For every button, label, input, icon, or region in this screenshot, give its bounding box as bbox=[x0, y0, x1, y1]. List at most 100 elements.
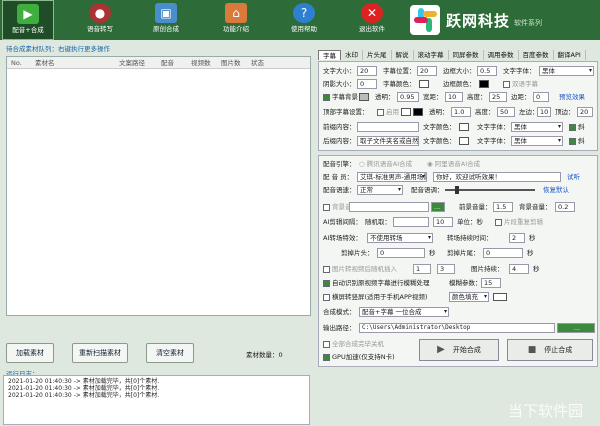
font-size-input[interactable]: 20 bbox=[357, 66, 377, 76]
blur-param-input[interactable]: 15 bbox=[481, 278, 501, 288]
bgm-path-input[interactable] bbox=[349, 202, 429, 212]
clear-material-button[interactable]: 清空素材 bbox=[146, 343, 194, 363]
toolbar-help[interactable]: ? 使用帮助 bbox=[278, 0, 330, 40]
material-table[interactable]: No. 素材名 文案路径 配音 视频数 图片数 状态 bbox=[6, 56, 311, 316]
top-color-swatch-1[interactable] bbox=[401, 108, 411, 116]
prefix-color-swatch[interactable] bbox=[459, 123, 469, 131]
output-browse-button[interactable]: ... bbox=[557, 323, 595, 333]
fill-mode-select[interactable]: 颜色填充 bbox=[449, 292, 489, 302]
site-watermark: 当下软件园 bbox=[508, 402, 584, 420]
width-input[interactable]: 10 bbox=[445, 92, 463, 102]
brand-logo: 跃网科技 软件系列 bbox=[410, 4, 595, 36]
clapperboard-icon: ▶ bbox=[17, 4, 39, 24]
bgm-browse-button[interactable]: ... bbox=[431, 202, 445, 212]
table-header: No. 素材名 文案路径 配音 视频数 图片数 状态 bbox=[7, 57, 310, 69]
bg-volume-input[interactable]: 0.2 bbox=[555, 202, 575, 212]
output-path-input[interactable]: C:\Users\Administrator\Desktop bbox=[359, 323, 555, 333]
image-insert-checkbox[interactable] bbox=[323, 266, 330, 273]
top-toolbar: ▶ 配音+合成 ● 语音转写 ▣ 原创合成 ⌂ 功能介绍 ? 使用帮助 ✕ 退出软件 跃网科… bbox=[0, 0, 600, 40]
random-min-input[interactable] bbox=[393, 217, 429, 227]
rescan-button[interactable]: 重新扫描素材 bbox=[72, 343, 128, 363]
log-line: 2021-01-20 01:40:30 -> 素材加载完毕，共[0]个素材. bbox=[8, 385, 160, 392]
tab-narration[interactable]: 解说 bbox=[392, 50, 414, 60]
toolbar-transcribe[interactable]: ● 语音转写 bbox=[74, 0, 126, 40]
tab-translate-api[interactable]: 翻译API bbox=[554, 50, 586, 60]
toolbar-dub-compose[interactable]: ▶ 配音+合成 bbox=[2, 0, 54, 40]
top-subtitle-enable-checkbox[interactable] bbox=[377, 109, 384, 116]
voice-panel: 配音引擎： ○ 腾讯语音AI合成 ◉ 阿里语音AI合成 配 音 员： 艾琪-标准… bbox=[318, 155, 598, 367]
landscape-to-portrait-checkbox[interactable] bbox=[323, 294, 330, 301]
tab-screen-params[interactable]: 同屏参数 bbox=[449, 50, 484, 60]
top-alpha-input[interactable]: 1.0 bbox=[451, 107, 471, 117]
log-line: 2021-01-20 01:40:30 -> 素材加载完毕，共[0]个素材. bbox=[8, 392, 160, 399]
pitch-slider-thumb[interactable] bbox=[455, 186, 459, 194]
subtitle-pos-input[interactable]: 20 bbox=[417, 66, 437, 76]
fg-volume-input[interactable]: 1.5 bbox=[493, 202, 513, 212]
listen-link[interactable]: 试听 bbox=[567, 172, 580, 182]
alpha-input[interactable]: 0.95 bbox=[397, 92, 419, 102]
tab-intro-outro[interactable]: 片头尾 bbox=[363, 50, 392, 60]
prefix-italic-checkbox[interactable] bbox=[569, 124, 576, 131]
top-height-input[interactable]: 50 bbox=[497, 107, 515, 117]
help-icon: ? bbox=[293, 3, 315, 23]
border-color-swatch[interactable] bbox=[479, 80, 489, 88]
speed-select[interactable]: 正常 bbox=[357, 185, 403, 195]
top-edge-input[interactable]: 20 bbox=[577, 107, 593, 117]
log-box[interactable]: 2021-01-20 01:40:30 -> 素材加载完毕，共[0]个素材. 2… bbox=[3, 375, 310, 425]
bgm-checkbox[interactable] bbox=[323, 204, 330, 211]
tab-subtitle[interactable]: 字幕 bbox=[318, 50, 341, 60]
top-color-swatch-2[interactable] bbox=[413, 108, 423, 116]
auto-blur-checkbox[interactable] bbox=[323, 280, 330, 287]
reset-default-link[interactable]: 恢复默认 bbox=[543, 185, 569, 195]
top-left-input[interactable]: 10 bbox=[537, 107, 551, 117]
close-icon: ✕ bbox=[361, 3, 383, 23]
suffix-input[interactable]: 取子文件夹名或自然 bbox=[357, 136, 419, 146]
height-input[interactable]: 25 bbox=[489, 92, 507, 102]
voice-actor-select[interactable]: 艾琪-标准男声-通用场景 bbox=[357, 172, 427, 182]
film-reel-icon: ● bbox=[89, 3, 111, 23]
subtitle-color-swatch[interactable] bbox=[419, 80, 429, 88]
toolbar-exit[interactable]: ✕ 退出软件 bbox=[346, 0, 398, 40]
engine-option-ali[interactable]: ◉ 阿里语音AI合成 bbox=[427, 159, 480, 169]
compose-mode-select[interactable]: 配音+字幕 一位合成 bbox=[359, 307, 449, 317]
engine-option-tencent[interactable]: ○ 腾讯语音AI合成 bbox=[359, 159, 412, 169]
image-duration-input[interactable]: 4 bbox=[509, 264, 529, 274]
gpu-checkbox[interactable] bbox=[323, 354, 330, 361]
fill-color-swatch[interactable] bbox=[493, 293, 507, 301]
tab-watermark[interactable]: 水印 bbox=[341, 50, 363, 60]
border-size-input[interactable]: 0.5 bbox=[477, 66, 497, 76]
preview-link[interactable]: 预览效果 bbox=[559, 92, 585, 102]
clip-interval-input[interactable]: 10 bbox=[433, 217, 453, 227]
toolbar-original[interactable]: ▣ 原创合成 bbox=[140, 0, 192, 40]
suffix-italic-checkbox[interactable] bbox=[569, 138, 576, 145]
font-select[interactable]: 黑体 bbox=[539, 66, 594, 76]
start-compose-button[interactable]: ▶ 开始合成 bbox=[419, 339, 499, 361]
stop-compose-button[interactable]: ■ 停止合成 bbox=[507, 339, 593, 361]
image-min-input[interactable]: 1 bbox=[413, 264, 431, 274]
prefix-input[interactable] bbox=[357, 122, 419, 132]
dual-subtitle-checkbox[interactable] bbox=[503, 81, 510, 88]
preview-text-input[interactable]: 你好，欢迎试听效果！ bbox=[433, 172, 561, 182]
subtitle-bg-checkbox[interactable] bbox=[323, 94, 330, 101]
load-material-button[interactable]: 加载素材 bbox=[6, 343, 54, 363]
stop-icon: ■ bbox=[527, 345, 537, 355]
cut-tail-input[interactable]: 0 bbox=[483, 248, 523, 258]
transition-duration-input[interactable]: 2 bbox=[509, 233, 525, 243]
tab-baidu-params[interactable]: 百度参数 bbox=[519, 50, 554, 60]
toolbar-features[interactable]: ⌂ 功能介绍 bbox=[210, 0, 262, 40]
cut-head-input[interactable]: 0 bbox=[377, 248, 425, 258]
shutdown-checkbox[interactable] bbox=[323, 341, 330, 348]
transition-select[interactable]: 不使用转场 bbox=[367, 233, 433, 243]
tab-scroll-subtitle[interactable]: 滚动字幕 bbox=[414, 50, 449, 60]
smart-clip-checkbox[interactable] bbox=[495, 219, 502, 226]
suffix-font-select[interactable]: 黑体 bbox=[511, 136, 563, 146]
image-max-input[interactable]: 3 bbox=[437, 264, 455, 274]
prefix-font-select[interactable]: 黑体 bbox=[511, 122, 563, 132]
suffix-color-swatch[interactable] bbox=[459, 137, 469, 145]
tab-call-params[interactable]: 调用参数 bbox=[484, 50, 519, 60]
play-icon: ▶ bbox=[437, 344, 445, 355]
shadow-size-input[interactable]: 0 bbox=[357, 79, 377, 89]
bg-color-swatch[interactable] bbox=[359, 93, 369, 101]
edge-input[interactable]: 0 bbox=[533, 92, 549, 102]
log-line: 2021-01-20 01:40:30 -> 素材加载完毕，共[0]个素材. bbox=[8, 378, 160, 385]
